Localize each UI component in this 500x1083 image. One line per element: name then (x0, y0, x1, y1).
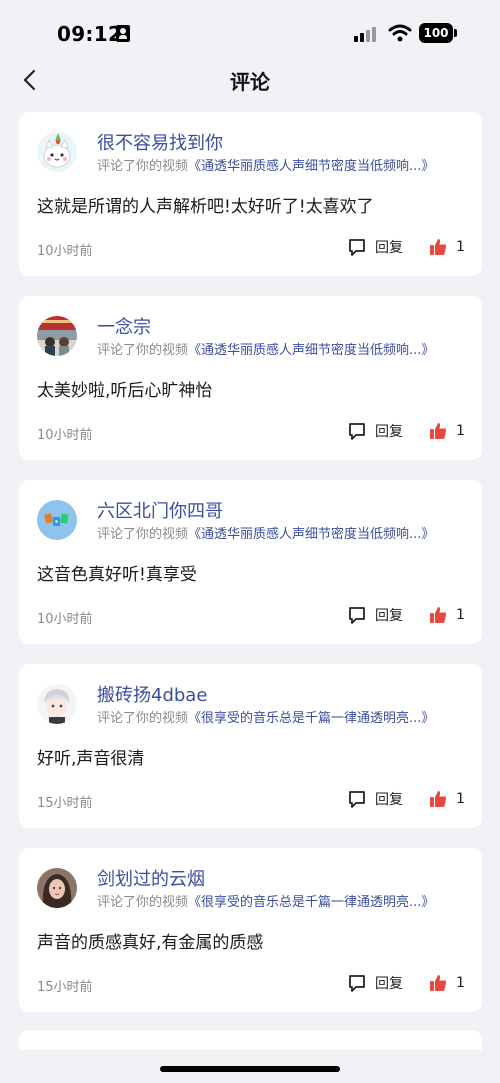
like-count: 1 (456, 975, 465, 991)
comment-time: 10小时前 (37, 244, 93, 259)
like-count: 1 (456, 607, 465, 623)
activity-line: 评论了你的视频《很享受的音乐总是千篇一律通透明亮...》 (97, 707, 477, 726)
reply-button[interactable]: 回复 (347, 604, 403, 626)
reply-icon (349, 607, 365, 624)
like-count: 1 (456, 423, 465, 439)
thumbs-up-icon (430, 239, 447, 255)
reply-label: 回复 (375, 792, 403, 808)
reply-label: 回复 (375, 424, 403, 440)
nav-bar: 评论 (0, 58, 500, 102)
wifi-icon (388, 24, 412, 42)
activity-line: 评论了你的视频《通透华丽质感人声细节密度当低频响...》 (97, 339, 477, 358)
activity-prefix: 评论了你的视频 (97, 711, 189, 726)
reply-icon (349, 791, 365, 808)
like-button[interactable]: 1 (429, 236, 465, 258)
video-title-link[interactable]: 《很享受的音乐总是千篇一律通透明亮...》 (188, 895, 434, 910)
blocks-avatar (37, 500, 77, 540)
activity-prefix: 评论了你的视频 (97, 159, 189, 174)
avatar[interactable] (37, 868, 77, 908)
anime-avatar (37, 684, 77, 724)
battery-icon: 100 (419, 23, 457, 43)
like-button[interactable]: 1 (429, 788, 465, 810)
reply-button[interactable]: 回复 (347, 972, 403, 994)
thumbs-up-icon (430, 791, 447, 807)
like-count: 1 (456, 791, 465, 807)
thumbs-up-icon (430, 975, 447, 991)
activity-line: 评论了你的视频《通透华丽质感人声细节密度当低频响...》 (97, 523, 477, 542)
comment-text: 好听,声音很清 (37, 749, 145, 769)
username[interactable]: 一念宗 (97, 313, 151, 339)
avatar[interactable] (37, 132, 77, 172)
battery-level: 100 (419, 23, 453, 43)
reply-icon (349, 423, 365, 440)
video-title-link[interactable]: 《通透华丽质感人声细节密度当低频响...》 (188, 527, 434, 542)
like-count: 1 (456, 239, 465, 255)
activity-prefix: 评论了你的视频 (97, 895, 189, 910)
status-time: 09:12 (57, 22, 123, 46)
reply-label: 回复 (375, 608, 403, 624)
avatar[interactable] (37, 684, 77, 724)
activity-prefix: 评论了你的视频 (97, 527, 189, 542)
avatar[interactable] (37, 316, 77, 356)
username[interactable]: 很不容易找到你 (97, 129, 223, 155)
comment-card: 很不容易找到你 评论了你的视频《通透华丽质感人声细节密度当低频响...》 这就是… (19, 112, 482, 276)
avatar[interactable] (37, 500, 77, 540)
comment-time: 10小时前 (37, 612, 93, 627)
comment-text: 这就是所谓的人声解析吧!太好听了!太喜欢了 (37, 197, 374, 217)
username[interactable]: 六区北门你四哥 (97, 497, 223, 523)
comment-time: 10小时前 (37, 428, 93, 443)
portrait-avatar (37, 868, 77, 908)
video-title-link[interactable]: 《通透华丽质感人声细节密度当低频响...》 (188, 343, 434, 358)
reply-button[interactable]: 回复 (347, 788, 403, 810)
like-button[interactable]: 1 (429, 604, 465, 626)
home-indicator[interactable] (160, 1066, 340, 1072)
cartoon-cat-avatar (37, 132, 77, 172)
like-button[interactable]: 1 (429, 420, 465, 442)
comment-time: 15小时前 (37, 980, 93, 995)
reply-label: 回复 (375, 240, 403, 256)
like-button[interactable]: 1 (429, 972, 465, 994)
comment-text: 这音色真好听!真享受 (37, 565, 197, 585)
reply-icon (349, 975, 365, 992)
username[interactable]: 搬砖扬4dbae (97, 681, 207, 707)
reply-button[interactable]: 回复 (347, 236, 403, 258)
page-title: 评论 (230, 70, 270, 94)
signal-icon (354, 26, 380, 42)
video-title-link[interactable]: 《很享受的音乐总是千篇一律通透明亮...》 (188, 711, 434, 726)
reply-label: 回复 (375, 976, 403, 992)
comment-card: 一念宗 评论了你的视频《通透华丽质感人声细节密度当低频响...》 太美妙啦,听后… (19, 296, 482, 460)
comment-card: 剑划过的云烟 评论了你的视频《很享受的音乐总是千篇一律通透明亮...》 声音的质… (19, 848, 482, 1012)
comment-card: 搬砖扬4dbae 评论了你的视频《很享受的音乐总是千篇一律通透明亮...》 好听… (19, 664, 482, 828)
comment-time: 15小时前 (37, 796, 93, 811)
comment-text: 太美妙啦,听后心旷神怡 (37, 381, 213, 401)
activity-line: 评论了你的视频《很享受的音乐总是千篇一律通透明亮...》 (97, 891, 477, 910)
id-card-icon (116, 25, 130, 42)
thumbs-up-icon (430, 423, 447, 439)
comment-card: 六区北门你四哥 评论了你的视频《通透华丽质感人声细节密度当低频响...》 这音色… (19, 480, 482, 644)
reply-icon (349, 239, 365, 256)
next-comment-card-peek (19, 1030, 482, 1050)
activity-prefix: 评论了你的视频 (97, 343, 189, 358)
reply-button[interactable]: 回复 (347, 420, 403, 442)
comment-list: 很不容易找到你 评论了你的视频《通透华丽质感人声细节密度当低频响...》 这就是… (19, 112, 482, 1032)
username[interactable]: 剑划过的云烟 (97, 865, 205, 891)
activity-line: 评论了你的视频《通透华丽质感人声细节密度当低频响...》 (97, 155, 477, 174)
photo-avatar (37, 316, 77, 356)
thumbs-up-icon (430, 607, 447, 623)
video-title-link[interactable]: 《通透华丽质感人声细节密度当低频响...》 (188, 159, 434, 174)
comment-text: 声音的质感真好,有金属的质感 (37, 933, 264, 953)
status-bar: 09:12 100 (0, 0, 500, 62)
